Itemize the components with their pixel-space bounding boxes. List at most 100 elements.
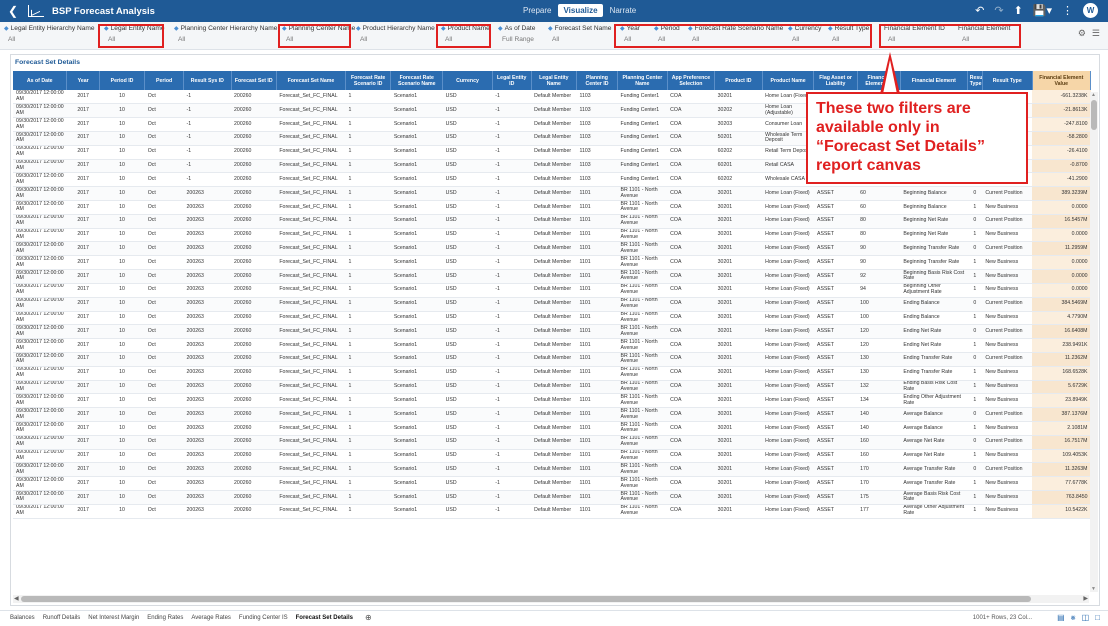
table-row[interactable]: 09/30/2017 12:00:00 AM 2017 10 Oct 200263 200…: [13, 462, 1091, 478]
horizontal-scroll-thumb[interactable]: [21, 596, 1031, 602]
table-row[interactable]: 09/30/2017 12:00:00 AM 2017 10 Oct 200263 200…: [13, 476, 1091, 492]
column-header[interactable]: Product ID: [714, 71, 763, 90]
table-row[interactable]: 09/30/2017 12:00:00 AM 2017 10 Oct 200263 200…: [13, 214, 1091, 229]
column-header[interactable]: Product Name: [762, 71, 815, 90]
more-options-icon[interactable]: ⋮: [1062, 4, 1073, 17]
share-icon[interactable]: ⬆: [1014, 4, 1023, 17]
filter-planning-center-hierarchy-name[interactable]: ◆ Planning Center Hierarchy Name All: [174, 25, 277, 43]
filter-menu-icon[interactable]: ☰: [1092, 28, 1100, 39]
column-header[interactable]: Year: [66, 71, 100, 90]
table-row[interactable]: 09/30/2017 12:00:00 AM 2017 10 Oct 200263 200…: [13, 324, 1091, 340]
table-cell: 0.0000: [1032, 283, 1091, 298]
scroll-left-icon[interactable]: ◀: [14, 595, 19, 602]
back-chevron-icon[interactable]: ❮: [4, 4, 22, 18]
column-header[interactable]: Result Sys ID: [183, 71, 232, 90]
table-row[interactable]: 09/30/2017 12:00:00 AM 2017 10 Oct 200263 200…: [13, 504, 1091, 519]
table-cell: -21.8613K: [1032, 103, 1091, 119]
table-cell: Oct: [144, 200, 184, 215]
table-cell: 200260: [231, 200, 277, 215]
filter-toggle-icon[interactable]: ⨳: [1071, 613, 1076, 623]
table-row[interactable]: 09/30/2017 12:00:00 AM 2017 10 Oct 200263 200…: [13, 407, 1091, 422]
table-row[interactable]: 09/30/2017 12:00:00 AM 2017 10 Oct 200263 200…: [13, 241, 1091, 257]
undo-icon[interactable]: ↶: [975, 4, 984, 17]
column-header[interactable]: Financial Element: [900, 71, 968, 90]
column-header[interactable]: Forecast Rate Scenario ID: [345, 71, 392, 90]
table-row[interactable]: 09/30/2017 12:00:00 AM 2017 10 Oct 200263 200…: [13, 186, 1091, 201]
table-row[interactable]: 09/30/2017 12:00:00 AM 2017 10 Oct 200263 200…: [13, 269, 1091, 284]
user-avatar[interactable]: W: [1083, 3, 1098, 18]
column-header[interactable]: Legal Entity ID: [492, 71, 532, 90]
column-header[interactable]: App Preference Selection: [667, 71, 716, 90]
canvas-tab[interactable]: Ending Rates: [147, 615, 183, 622]
canvas-tab[interactable]: Net Interest Margin: [88, 615, 139, 622]
filter-as-of-date[interactable]: ◆ As of Date Full Range: [498, 25, 535, 43]
scroll-right-icon[interactable]: ▶: [1083, 595, 1088, 602]
canvas-tab[interactable]: Forecast Set Details: [296, 615, 353, 622]
table-row[interactable]: 09/30/2017 12:00:00 AM 2017 10 Oct 200263 200…: [13, 255, 1091, 271]
save-menu-icon[interactable]: 💾▾: [1033, 4, 1052, 17]
add-canvas-icon[interactable]: ⊕: [365, 613, 372, 622]
canvas-tab[interactable]: Runoff Details: [43, 615, 81, 622]
table-cell: Home Loan (Fixed): [762, 504, 814, 519]
column-header[interactable]: Flag Asset or Liability: [813, 71, 858, 90]
mode-narrate[interactable]: Narrate: [605, 4, 642, 17]
scroll-up-icon[interactable]: ▲: [1091, 92, 1096, 98]
table-row[interactable]: 09/30/2017 12:00:00 AM 2017 10 Oct 200263 200…: [13, 421, 1091, 436]
column-header[interactable]: Period ID: [99, 71, 146, 90]
table-row[interactable]: 09/30/2017 12:00:00 AM 2017 10 Oct 200263 200…: [13, 283, 1091, 298]
canvas-tab[interactable]: Funding Center IS: [239, 615, 288, 622]
column-header[interactable]: Period: [144, 71, 185, 90]
column-header[interactable]: Forecast Set ID: [231, 71, 277, 90]
horizontal-scrollbar[interactable]: ◀ ▶: [13, 595, 1089, 603]
table-cell: 1101: [576, 186, 618, 201]
scroll-down-icon[interactable]: ▼: [1091, 586, 1096, 592]
layout-icon[interactable]: ◫: [1082, 613, 1090, 623]
table-cell: 30201: [714, 90, 763, 105]
filter-forecast-set-name[interactable]: ◆ Forecast Set Name All: [548, 25, 611, 43]
table-row[interactable]: 09/30/2017 12:00:00 AM 2017 10 Oct 200263 200…: [13, 200, 1091, 215]
mode-prepare[interactable]: Prepare: [518, 4, 556, 17]
table-cell: Default Member: [531, 255, 577, 271]
column-header[interactable]: Legal Entity Name: [531, 71, 578, 90]
column-header[interactable]: Currency: [442, 71, 493, 90]
table-cell: 1: [967, 490, 983, 505]
filter-legal-entity-hierarchy-name[interactable]: ◆ Legal Entity Hierarchy Name All: [4, 25, 95, 43]
table-row[interactable]: 09/30/2017 12:00:00 AM 2017 10 Oct 200263 200…: [13, 449, 1091, 464]
canvas-tab[interactable]: Balances: [10, 615, 35, 622]
column-header[interactable]: Financial Element Value: [1032, 71, 1092, 90]
table-row[interactable]: 09/30/2017 12:00:00 AM 2017 10 Oct 200263 200…: [13, 297, 1091, 312]
column-header[interactable]: Planning Center Name: [617, 71, 668, 90]
column-header[interactable]: As of Date: [13, 71, 68, 90]
filter-product-hierarchy-name[interactable]: ◆ Product Hierarchy Name All: [356, 25, 435, 43]
table-cell: 200260: [231, 297, 277, 312]
table-cell: ASSET: [813, 462, 858, 478]
table-row[interactable]: 09/30/2017 12:00:00 AM 2017 10 Oct 200263 200…: [13, 393, 1091, 409]
column-header[interactable]: Forecast Rate Scenario Name: [390, 71, 444, 90]
table-row[interactable]: 09/30/2017 12:00:00 AM 2017 10 Oct 200263 200…: [13, 352, 1091, 367]
table-row[interactable]: 09/30/2017 12:00:00 AM 2017 10 Oct 200263 200…: [13, 311, 1091, 326]
callout-pointer-inner: [883, 60, 897, 94]
vertical-scrollbar[interactable]: ▲ ▼: [1090, 92, 1098, 592]
table-row[interactable]: 09/30/2017 12:00:00 AM 2017 10 Oct 200263 200…: [13, 338, 1091, 353]
table-row[interactable]: 09/30/2017 12:00:00 AM 2017 10 Oct 200263 200…: [13, 435, 1091, 450]
canvas-tab[interactable]: Average Rates: [191, 615, 231, 622]
table-cell: 2017: [66, 103, 100, 119]
table-cell: 1: [345, 90, 391, 105]
table-row[interactable]: 09/30/2017 12:00:00 AM 2017 10 Oct 200263 200…: [13, 366, 1091, 381]
vertical-scroll-thumb[interactable]: [1091, 100, 1097, 130]
grammar-panel-icon[interactable]: ▤: [1057, 613, 1065, 623]
mode-visualize[interactable]: Visualize: [558, 4, 603, 17]
table-cell: 200263: [183, 366, 232, 381]
column-header[interactable]: Result Type: [982, 71, 1033, 90]
column-header[interactable]: Result Type: [967, 71, 983, 90]
filter-settings-icon[interactable]: ⚙: [1078, 28, 1086, 39]
table-cell: Scenario1: [390, 324, 443, 340]
table-row[interactable]: 09/30/2017 12:00:00 AM 2017 10 Oct 200263 200…: [13, 490, 1091, 505]
fullscreen-icon[interactable]: □: [1095, 613, 1100, 623]
redo-icon[interactable]: ↷: [994, 4, 1003, 17]
column-header[interactable]: Forecast Set Name: [276, 71, 346, 90]
table-row[interactable]: 09/30/2017 12:00:00 AM 2017 10 Oct 200263 200…: [13, 380, 1091, 395]
table-cell: Home Loan (Fixed): [762, 311, 814, 326]
table-row[interactable]: 09/30/2017 12:00:00 AM 2017 10 Oct 200263 200…: [13, 228, 1091, 243]
column-header[interactable]: Planning Center ID: [576, 71, 619, 90]
